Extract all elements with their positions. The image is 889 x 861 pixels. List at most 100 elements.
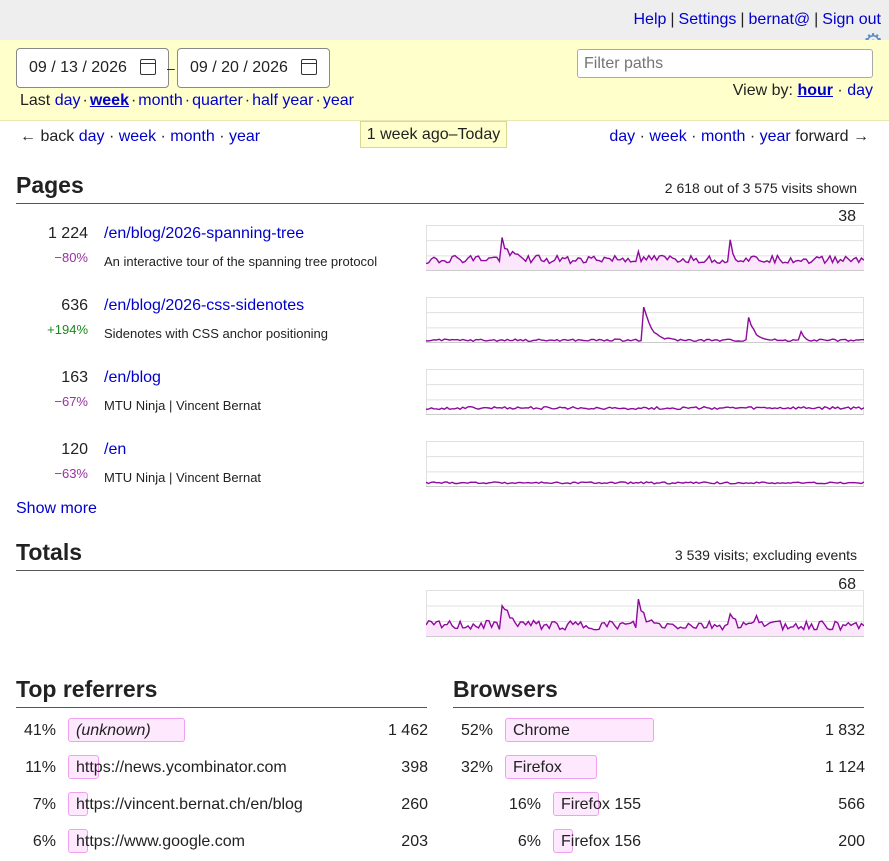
sign-out-link[interactable]: Sign out — [822, 11, 881, 28]
sparkline-area — [426, 237, 864, 271]
page-path-link[interactable]: /en — [104, 441, 126, 459]
change-percent: −63% — [54, 466, 88, 481]
show-more-link[interactable]: Show more — [16, 500, 97, 518]
range-year[interactable]: year — [323, 92, 354, 109]
date-from-value: 09 / 13 / 2026 — [29, 59, 127, 76]
section-title: Totals — [16, 539, 83, 565]
visit-count: 1 832 — [824, 722, 865, 739]
visit-count: 636 — [61, 297, 88, 314]
settings-link[interactable]: Settings — [679, 11, 737, 28]
share-percent: 6% — [32, 833, 56, 850]
visit-count: 566 — [838, 796, 865, 813]
browser-row[interactable]: 32% Firefox 1 124 — [453, 755, 865, 792]
page-path-link[interactable]: /en/blog — [104, 369, 161, 387]
sparkline-chart[interactable] — [426, 369, 864, 415]
totals-header: Totals 3 539 visits; excluding events — [16, 539, 864, 571]
page-title: An interactive tour of the spanning tree… — [104, 254, 378, 269]
browser-name: Firefox 155 — [561, 796, 642, 813]
page-path-link[interactable]: /en/blog/2026-spanning-tree — [104, 225, 304, 243]
page-row: 636 +194% /en/blog/2026-css-sidenotes Si… — [16, 287, 864, 359]
section-title: Browsers — [453, 676, 558, 702]
share-percent: 16% — [508, 796, 541, 813]
separator: | — [814, 11, 819, 28]
forward-navigation: day · week · month · year forward → — [609, 128, 869, 145]
top-bar: Help | Settings | bernat@ | Sign out — [0, 0, 889, 40]
referrer-row[interactable]: 6% https://www.google.com 203 — [16, 829, 428, 861]
filter-panel: 09 / 13 / 2026 – 09 / 20 / 2026 Last day… — [0, 40, 889, 121]
referrer-name: https://vincent.bernat.ch/en/blog — [76, 796, 303, 813]
calendar-icon[interactable] — [140, 59, 156, 75]
date-range-dash: – — [167, 60, 175, 76]
range-week[interactable]: week — [90, 92, 129, 109]
forward-week-link[interactable]: week — [649, 128, 686, 145]
calendar-icon[interactable] — [301, 59, 317, 75]
browser-name: Firefox 156 — [561, 833, 642, 850]
browser-version-row[interactable]: 16% Firefox 155 566 — [501, 792, 865, 829]
page-title: Sidenotes with CSS anchor positioning — [104, 326, 329, 341]
page-row: 120 −63% /en MTU Ninja | Vincent Bernat — [16, 431, 864, 503]
back-year-link[interactable]: year — [229, 128, 260, 145]
help-link[interactable]: Help — [633, 11, 666, 28]
referrers-header: Top referrers — [16, 676, 427, 708]
back-month-link[interactable]: month — [170, 128, 214, 145]
visit-count: 120 — [61, 441, 88, 458]
range-half-year[interactable]: half year — [252, 92, 313, 109]
last-range-selector: Last day · week · month · quarter · half year · ye… — [20, 92, 354, 109]
share-percent: 11% — [25, 759, 56, 776]
range-day[interactable]: day — [55, 92, 81, 109]
view-by-hour[interactable]: hour — [797, 82, 833, 99]
account-links: Help | Settings | bernat@ | Sign out — [633, 11, 881, 29]
visit-count: 1 224 — [47, 225, 88, 242]
view-by-selector: View by: hour · day — [732, 82, 873, 99]
visit-count: 203 — [401, 833, 428, 850]
pages-header: Pages 2 618 out of 3 575 visits shown — [16, 172, 864, 204]
sparkline-line — [426, 405, 864, 411]
referrer-row[interactable]: 41% (unknown) 1 462 — [16, 718, 428, 755]
section-title: Top referrers — [16, 676, 158, 702]
view-by-day[interactable]: day — [847, 82, 873, 99]
page-title: MTU Ninja | Vincent Bernat — [104, 398, 262, 413]
share-percent: 41% — [23, 722, 56, 739]
sparkline-chart[interactable] — [426, 297, 864, 343]
date-to-input[interactable]: 09 / 20 / 2026 — [177, 48, 330, 88]
referrer-row[interactable]: 7% https://vincent.bernat.ch/en/blog 260 — [16, 792, 428, 829]
date-to-value: 09 / 20 / 2026 — [190, 59, 288, 76]
separator: | — [740, 11, 745, 28]
back-week-link[interactable]: week — [119, 128, 156, 145]
referrer-name: https://news.ycombinator.com — [76, 759, 287, 776]
referrer-row[interactable]: 11% https://news.ycombinator.com 398 — [16, 755, 428, 792]
browser-version-row[interactable]: 6% Firefox 156 200 — [501, 829, 865, 861]
user-link[interactable]: bernat@ — [749, 11, 811, 28]
visit-count: 1 124 — [824, 759, 865, 776]
totals-sparkline-chart[interactable] — [426, 590, 864, 637]
section-title: Pages — [16, 172, 84, 198]
last-label: Last — [20, 92, 51, 109]
page-path-link[interactable]: /en/blog/2026-css-sidenotes — [104, 297, 304, 315]
page-row: 1 224 −80% /en/blog/2026-spanning-tree A… — [16, 215, 864, 287]
forward-day-link[interactable]: day — [609, 128, 635, 145]
back-day-link[interactable]: day — [79, 128, 105, 145]
browser-row[interactable]: 52% Chrome 1 832 — [453, 718, 865, 755]
browser-name: Chrome — [513, 722, 570, 739]
referrer-name: https://www.google.com — [76, 833, 245, 850]
page-row: 163 −67% /en/blog MTU Ninja | Vincent Be… — [16, 359, 864, 431]
browsers-header: Browsers — [453, 676, 864, 708]
sparkline-chart[interactable] — [426, 225, 864, 271]
referrer-name: (unknown) — [76, 722, 151, 739]
visit-count: 260 — [401, 796, 428, 813]
sparkline-line — [426, 481, 864, 485]
visit-count: 163 — [61, 369, 88, 386]
forward-month-link[interactable]: month — [701, 128, 745, 145]
sparkline-chart[interactable] — [426, 441, 864, 487]
back-label: ← back — [20, 128, 75, 145]
range-month[interactable]: month — [138, 92, 182, 109]
browser-name: Firefox — [513, 759, 562, 776]
change-percent: +194% — [47, 322, 88, 337]
date-from-input[interactable]: 09 / 13 / 2026 — [16, 48, 169, 88]
range-quarter[interactable]: quarter — [192, 92, 243, 109]
visit-count: 398 — [401, 759, 428, 776]
filter-paths-input[interactable] — [577, 49, 873, 78]
totals-visits-note: 3 539 visits; excluding events — [674, 547, 857, 563]
change-percent: −80% — [54, 250, 88, 265]
forward-year-link[interactable]: year — [760, 128, 791, 145]
